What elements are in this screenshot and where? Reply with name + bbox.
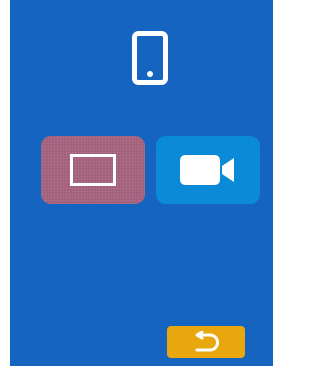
smartphone-icon: [132, 31, 168, 85]
device-screen: [10, 0, 273, 366]
back-button[interactable]: [167, 326, 245, 358]
photo-mode-button[interactable]: [41, 136, 145, 204]
video-mode-button[interactable]: [156, 136, 260, 204]
